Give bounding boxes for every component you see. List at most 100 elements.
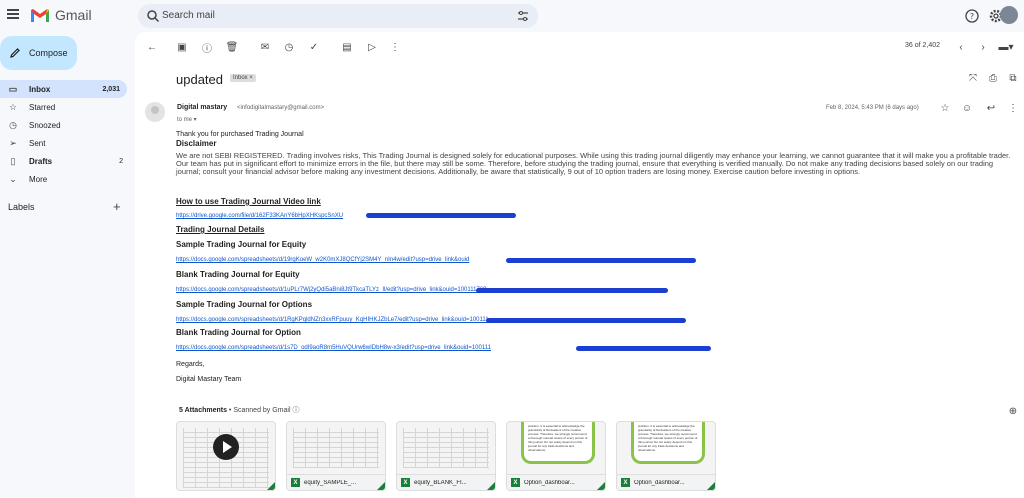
attachment-card[interactable]: problem. It is essential to acknowledge … <box>616 421 716 491</box>
attachment-footer: X equity_SAMPLE_... <box>287 474 385 490</box>
newer-icon[interactable]: ‹ <box>955 41 967 53</box>
doc-thumbnail: problem. It is essential to acknowledge … <box>521 422 595 464</box>
move-to-icon[interactable]: ▤ <box>341 41 353 53</box>
section-title: Sample Trading Journal for Equity <box>176 240 307 249</box>
details-heading: Trading Journal Details <box>176 225 265 234</box>
draft-count: 2 <box>119 157 123 165</box>
labels-heading: Labels <box>8 202 35 212</box>
search-options-icon[interactable] <box>516 9 530 23</box>
sidebar-item-starred[interactable]: ☆ Starred <box>0 98 130 116</box>
attachment-footer: X Option_dashboar... <box>617 474 715 490</box>
unread-count: 2,031 <box>102 85 120 93</box>
video-link[interactable]: https://drive.google.com/file/d/162F33KA… <box>176 213 343 219</box>
inbox-label-chip[interactable]: Inbox × <box>230 74 256 82</box>
redaction-mark <box>366 213 516 218</box>
attachment-card[interactable]: X equity_BLANK_FI... <box>396 421 496 491</box>
attachment-name: Option_dashboar... <box>634 479 685 486</box>
redaction-mark <box>576 346 711 351</box>
star-message-icon[interactable]: ☆ <box>939 102 951 114</box>
redaction-mark <box>506 258 696 263</box>
attachment-corner <box>597 482 605 490</box>
section-link[interactable]: https://docs.google.com/spreadsheets/d/1… <box>176 317 489 323</box>
search-input[interactable]: Search mail <box>162 10 215 21</box>
sender-email: <infodigitalmastary@gmail.com> <box>237 105 325 111</box>
sheet-thumbnail <box>403 428 489 468</box>
section-link[interactable]: https://docs.google.com/spreadsheets/d/1… <box>176 257 469 263</box>
mark-unread-icon[interactable]: ✉ <box>259 41 271 53</box>
star-icon: ☆ <box>8 101 18 112</box>
section-title: Blank Trading Journal for Equity <box>176 270 300 279</box>
app-name: Gmail <box>55 7 92 23</box>
video-heading: How to use Trading Journal Video link <box>176 197 321 206</box>
doc-thumbnail: problem. It is essential to acknowledge … <box>631 422 705 464</box>
search-bar[interactable]: Search mail <box>138 4 538 28</box>
gmail-logo[interactable]: Gmail <box>30 7 92 23</box>
section-link[interactable]: https://docs.google.com/spreadsheets/d/1… <box>176 345 491 351</box>
signature-text: Digital Mastary Team <box>176 376 242 383</box>
attachment-card[interactable]: X equity_SAMPLE_... <box>286 421 386 491</box>
sidebar-item-drafts[interactable]: ▯ Drafts 2 <box>0 152 130 170</box>
scan-note: • Scanned by Gmail ⓘ <box>226 407 300 414</box>
open-new-window-icon[interactable]: ⧉ <box>1007 72 1019 84</box>
sender-name[interactable]: Digital mastary <box>177 104 227 111</box>
search-icon[interactable] <box>146 9 160 23</box>
more-vert-icon[interactable]: ⋮ <box>1007 102 1019 114</box>
add-task-icon[interactable]: ✓ <box>308 41 320 53</box>
sidebar-item-sent[interactable]: ➢ Sent <box>0 134 130 152</box>
clock-icon: ◷ <box>9 119 17 130</box>
excel-icon: X <box>511 478 520 487</box>
section-link[interactable]: https://docs.google.com/spreadsheets/d/1… <box>176 287 487 293</box>
excel-icon: X <box>401 478 410 487</box>
redaction-mark <box>486 318 686 323</box>
account-avatar[interactable] <box>1000 6 1018 24</box>
top-bar: Gmail Search mail ? <box>0 0 1024 32</box>
doc-preview-text: problem. It is essential to acknowledge … <box>528 424 588 452</box>
message-subject: updated <box>176 72 223 87</box>
attachment-card[interactable] <box>176 421 276 491</box>
back-arrow-icon[interactable]: ← <box>146 41 158 53</box>
svg-text:?: ? <box>970 12 974 21</box>
recipient-details[interactable]: to me ▾ <box>177 116 197 123</box>
print-icon[interactable]: ⎙ <box>987 72 999 84</box>
compose-button[interactable]: Compose <box>0 36 77 70</box>
archive-icon[interactable]: ▣ <box>176 41 188 53</box>
help-icon[interactable]: ? <box>964 8 980 24</box>
input-tools-icon[interactable]: ▬▾ <box>997 41 1015 53</box>
sidebar-item-more[interactable]: ⌄ More <box>0 170 130 188</box>
sidebar-item-label: Inbox <box>29 84 51 94</box>
sidebar-item-inbox[interactable]: ▭ Inbox 2,031 <box>0 80 127 98</box>
greeting-text: Thank you for purchased Trading Journal <box>176 131 304 138</box>
sidebar-item-label: Starred <box>29 102 56 112</box>
emoji-react-icon[interactable]: ☺ <box>961 102 973 114</box>
play-icon[interactable] <box>213 434 239 460</box>
attachment-footer: X Option_dashboar... <box>507 474 605 490</box>
section-title: Blank Trading Journal for Option <box>176 328 301 337</box>
snooze-icon[interactable]: ◷ <box>283 41 295 53</box>
message-view: ← ▣ ⓘ 🗑 ✉ ◷ ✓ ▤ ▷ ⋮ 36 of 2,402 ‹ › ▬▾ u… <box>135 32 1024 498</box>
redaction-mark <box>476 288 668 293</box>
attachment-corner <box>377 482 385 490</box>
label-icon[interactable]: ▷ <box>366 41 378 53</box>
delete-icon[interactable]: 🗑 <box>226 41 239 53</box>
pencil-icon <box>10 48 20 58</box>
reply-icon[interactable]: ↩ <box>985 102 997 114</box>
report-spam-icon[interactable]: ⓘ <box>201 41 213 55</box>
chevron-down-icon: ⌄ <box>9 173 17 184</box>
sender-avatar <box>145 102 165 122</box>
sidebar-nav: ▭ Inbox 2,031 ☆ Starred ◷ Snoozed ➢ Sent… <box>0 80 130 188</box>
compose-label: Compose <box>29 48 68 58</box>
message-date: Feb 8, 2024, 5:43 PM (6 days ago) <box>826 105 919 111</box>
more-vert-icon[interactable]: ⋮ <box>389 41 401 53</box>
sidebar-item-snoozed[interactable]: ◷ Snoozed <box>0 116 130 134</box>
attachment-card[interactable]: problem. It is essential to acknowledge … <box>506 421 606 491</box>
signoff-text: Regards, <box>176 361 205 368</box>
excel-icon: X <box>621 478 630 487</box>
add-to-drive-icon[interactable]: ⊕ <box>1007 405 1019 417</box>
attachment-corner <box>487 482 495 490</box>
add-label-button[interactable]: + <box>113 199 121 214</box>
excel-icon: X <box>291 478 300 487</box>
expand-all-icon[interactable]: ⤧ <box>967 72 979 84</box>
main-menu-icon[interactable] <box>7 9 19 19</box>
older-icon[interactable]: › <box>977 41 989 53</box>
sidebar-item-label: More <box>29 174 48 184</box>
